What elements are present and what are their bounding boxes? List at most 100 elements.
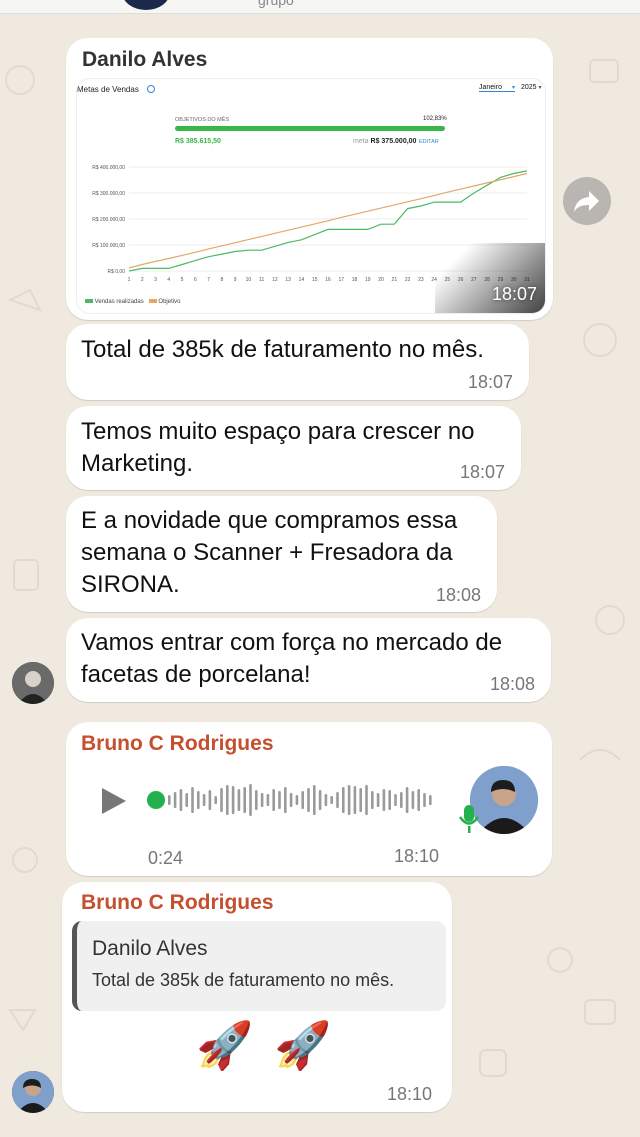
waveform-bar (237, 789, 241, 811)
waveform-bar (295, 795, 299, 805)
voice-sender-avatar[interactable] (470, 766, 538, 834)
objectives-label: OBJETIVOS DO MÊS (175, 117, 230, 123)
message-body: Vamos entrar com força no mercado de face… (81, 629, 503, 688)
y-tick-label: R$ 400.000,00 (92, 165, 125, 171)
chat-header: grupo (0, 0, 640, 14)
waveform-bar (347, 785, 351, 815)
waveform-bar (330, 796, 333, 804)
quoted-text: Total de 385k de faturamento no mês. (92, 970, 395, 990)
message-text[interactable]: Temos muito espaço para crescer no Market… (66, 406, 521, 490)
waveform-bar (353, 786, 357, 814)
x-tick-label: 5 (181, 277, 184, 283)
x-tick-label: 1 (128, 277, 131, 283)
waveform-bar (429, 795, 432, 805)
x-tick-label: 11 (259, 277, 264, 283)
month-select[interactable]: Janeiro ▾ (479, 84, 515, 92)
x-tick-label: 9 (234, 277, 237, 283)
y-tick-label: R$ 200.000,00 (92, 217, 125, 223)
waveform-bar (168, 795, 171, 805)
x-tick-label: 7 (207, 277, 210, 283)
waveform-bar (231, 786, 235, 814)
waveform-bar (313, 785, 316, 815)
y-tick-label: R$ 100.000,00 (92, 243, 125, 249)
x-tick-label: 2 (141, 277, 144, 283)
message-body: E a novidade que compramos essa semana o … (81, 507, 458, 598)
y-tick-label: R$ 300.000,00 (92, 191, 125, 197)
message-time: 18:07 (459, 462, 505, 482)
waveform-bar (371, 791, 374, 809)
waveform-bar (318, 790, 322, 810)
waveform-bar (243, 787, 246, 813)
waveform-bar (411, 791, 415, 809)
message-voice[interactable]: Bruno C Rodrigues 0:24 18:10 (66, 722, 552, 876)
x-tick-label: 22 (405, 277, 411, 283)
x-tick-label: 15 (312, 277, 318, 283)
waveform-bar (173, 792, 177, 808)
sales-chart-image[interactable]: Metas de Vendas Janeiro ▾ 2025 ▾ OBJETIV… (76, 78, 546, 314)
waveform-bar (394, 794, 397, 806)
x-tick-label: 18 (352, 277, 358, 283)
chat-title[interactable]: grupo (258, 0, 294, 8)
y-tick-label: R$ 0,00 (107, 269, 125, 275)
message-text[interactable]: Vamos entrar com força no mercado de face… (66, 618, 551, 702)
edit-link[interactable]: EDITAR (419, 139, 439, 145)
message-time: 18:07 (491, 284, 537, 304)
x-tick-label: 4 (167, 277, 170, 283)
audio-waveform[interactable] (164, 780, 439, 820)
x-tick-label: 16 (325, 277, 331, 283)
meta-value: meta R$ 375.000,00 (353, 138, 417, 145)
legend-swatch-sales (85, 299, 93, 303)
x-tick-label: 6 (194, 277, 197, 283)
waveform-bar (278, 791, 281, 809)
x-tick-label: 13 (285, 277, 291, 283)
chart-title: Metas de Vendas (77, 85, 139, 94)
waveform-bar (307, 788, 310, 812)
waveform-bar (191, 787, 194, 813)
message-body: Temos muito espaço para crescer no Market… (81, 418, 475, 477)
waveform-bar (266, 794, 270, 806)
x-tick-label: 23 (418, 277, 424, 283)
message-time: 18:07 (467, 372, 513, 392)
group-avatar[interactable] (122, 0, 170, 10)
quoted-sender: Danilo Alves (92, 937, 208, 960)
message-time: 18:08 (489, 674, 535, 694)
waveform-bar (388, 790, 391, 810)
play-button[interactable] (100, 786, 128, 821)
objectives-percent: 102,83% (423, 116, 447, 122)
waveform-bar (342, 787, 345, 813)
forward-button[interactable] (563, 177, 611, 225)
waveform-bar (197, 791, 200, 809)
sender-avatar[interactable] (12, 1071, 54, 1113)
waveform-bar (324, 794, 328, 806)
waveform-bar (284, 787, 287, 813)
x-tick-label: 12 (272, 277, 278, 283)
message-time: 18:10 (387, 1084, 433, 1104)
x-tick-label: 14 (299, 277, 305, 283)
waveform-bar (185, 793, 188, 807)
waveform-bar (365, 785, 368, 815)
waveform-bar (423, 793, 426, 807)
x-tick-label: 8 (220, 277, 223, 283)
chart-legend: Vendas realizadas Objetivo (85, 299, 180, 305)
waveform-bar (220, 788, 223, 812)
waveform-bar (359, 788, 362, 812)
info-icon (147, 85, 155, 93)
x-tick-label: 20 (378, 277, 384, 283)
x-tick-label: 3 (154, 277, 157, 283)
message-text[interactable]: E a novidade que compramos essa semana o … (66, 496, 497, 612)
year-select[interactable]: 2025 ▾ (521, 84, 543, 91)
waveform-bar (226, 785, 229, 815)
sender-avatar[interactable] (12, 662, 54, 704)
sender-name: Bruno C Rodrigues (81, 891, 274, 914)
waveform-bar (376, 793, 380, 807)
legend-swatch-goal (148, 299, 157, 303)
message-text[interactable]: Total de 385k de faturamento no mês. 18:… (66, 324, 529, 400)
realized-value: R$ 385.615,50 (175, 138, 221, 145)
quoted-message[interactable]: Danilo Alves Total de 385k de faturament… (72, 921, 446, 1011)
waveform-bar (255, 790, 258, 810)
progress-bar (175, 126, 445, 131)
message-time: 18:08 (435, 585, 481, 605)
waveform-bar (336, 792, 339, 808)
playback-knob[interactable] (147, 791, 165, 809)
forward-icon (574, 191, 599, 212)
